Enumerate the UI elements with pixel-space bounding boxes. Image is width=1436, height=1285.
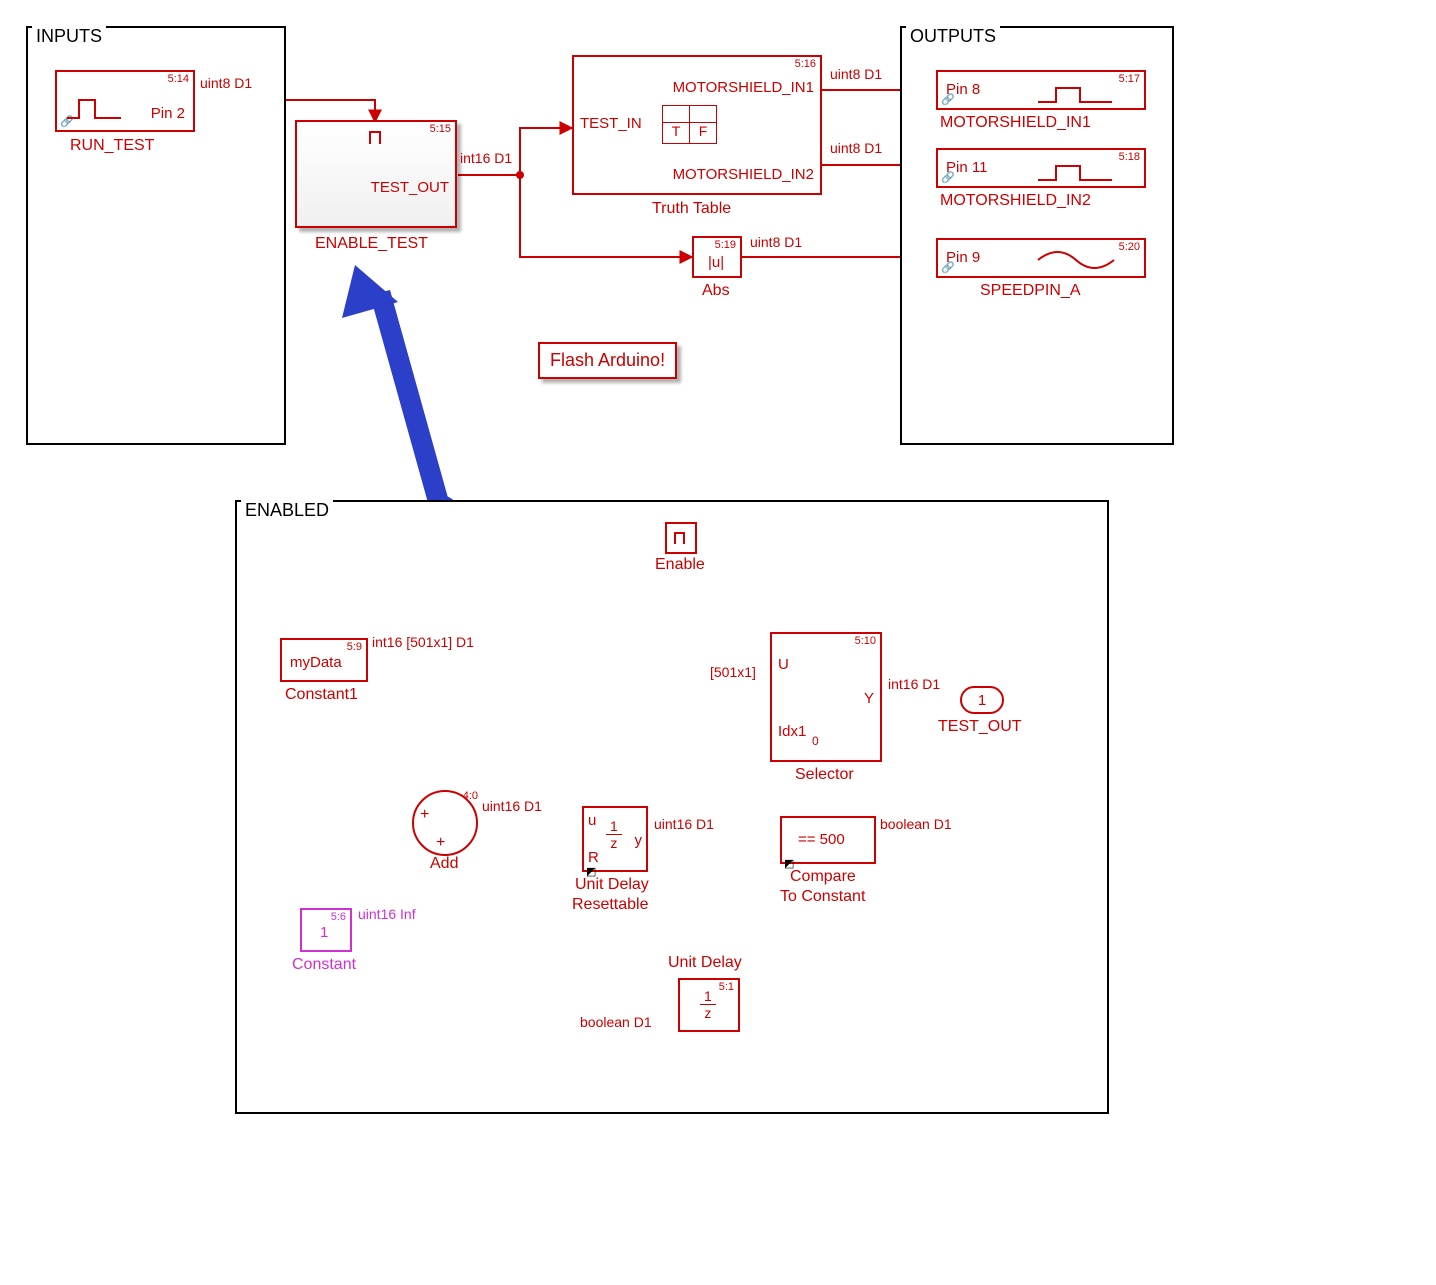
add-sig: uint16 D1	[482, 798, 542, 814]
udr-label1: Unit Delay	[575, 876, 649, 894]
pin11-text: Pin 11	[946, 159, 987, 176]
selector-badge: 5:10	[855, 635, 876, 647]
constant1-badge: 5:9	[347, 641, 362, 653]
compare-label2: To Constant	[780, 888, 865, 906]
run-test-label: RUN_TEST	[70, 137, 154, 155]
udr-R: R	[588, 849, 599, 866]
selector-zero: 0	[812, 734, 819, 748]
udr-label2: Resettable	[572, 896, 649, 914]
selector-label: Selector	[795, 766, 854, 784]
run-test-badge: 5:14	[168, 73, 189, 85]
abs-label: Abs	[702, 282, 730, 300]
selector-Idx: Idx1	[778, 723, 806, 740]
enable-test-label: ENABLE_TEST	[315, 235, 428, 253]
pin8-text: Pin 8	[946, 81, 980, 98]
constant-sig: uint16 Inf	[358, 906, 416, 922]
constant1-text: myData	[290, 654, 342, 671]
add-label: Add	[430, 855, 458, 873]
truth-table-out2: MOTORSHIELD_IN2	[673, 166, 814, 183]
enable-test-sig: int16 D1	[460, 150, 512, 166]
abs-badge: 5:19	[715, 239, 736, 251]
run-test-sig: uint8 D1	[200, 75, 252, 91]
constant-block[interactable]: 5:6 1	[300, 908, 352, 952]
enable-port-block[interactable]	[665, 522, 697, 554]
pin11-badge: 5:18	[1119, 151, 1140, 163]
pin9-block[interactable]: 5:20 🔗 Pin 9	[936, 238, 1146, 278]
pin9-badge: 5:20	[1119, 241, 1140, 253]
pin9-text: Pin 9	[946, 249, 980, 266]
constant1-sig: int16 [501x1] D1	[372, 634, 474, 650]
selector-block[interactable]: 5:10 U Idx1 0 Y	[770, 632, 882, 762]
unit-delay-badge: 5:1	[719, 981, 734, 993]
truth-table-in: TEST_IN	[580, 115, 642, 132]
fraction-icon: 1 z	[700, 988, 716, 1021]
constant-label: Constant	[292, 956, 356, 974]
unit-delay-label: Unit Delay	[668, 954, 742, 972]
plus-icon: +	[436, 834, 445, 852]
unit-delay-sig: boolean D1	[580, 1014, 652, 1030]
constant1-label: Constant1	[285, 686, 358, 704]
plus-icon: +	[420, 806, 429, 824]
selector-Y: Y	[864, 690, 874, 707]
flash-arduino-label: Flash Arduino!	[550, 350, 665, 370]
enable-trigger-icon	[672, 529, 690, 547]
enable-test-block[interactable]: 5:15 TEST_OUT	[295, 120, 457, 228]
truth-table-icon: T F	[662, 105, 717, 144]
outputs-title: OUTPUTS	[906, 26, 1000, 47]
compare-block[interactable]: == 500 ◩	[780, 816, 876, 864]
flash-arduino-button[interactable]: Flash Arduino!	[538, 342, 677, 379]
constant-text: 1	[320, 924, 328, 941]
run-test-block[interactable]: 5:14 🔗 Pin 2	[55, 70, 195, 132]
fraction-icon: 1 z	[606, 818, 622, 851]
truth-table-badge: 5:16	[795, 58, 816, 70]
enable-port-label: Enable	[655, 556, 705, 574]
outport-text: 1	[978, 692, 986, 709]
selector-sig: int16 D1	[888, 676, 940, 692]
unit-delay-block[interactable]: 5:1 1 z	[678, 978, 740, 1032]
udr-sig: uint16 D1	[654, 816, 714, 832]
pulse-icon	[1036, 162, 1116, 186]
abs-sig: uint8 D1	[750, 234, 802, 250]
enabled-title: ENABLED	[241, 500, 333, 521]
truth-table-sig1: uint8 D1	[830, 66, 882, 82]
enabled-group: ENABLED	[235, 500, 1109, 1114]
run-test-pin: Pin 2	[151, 105, 185, 122]
enable-trigger-icon	[368, 128, 388, 148]
outport-label: TEST_OUT	[938, 718, 1022, 736]
sine-icon	[1036, 248, 1116, 272]
truth-table-label: Truth Table	[652, 200, 731, 218]
truth-table-out1: MOTORSHIELD_IN1	[673, 79, 814, 96]
pulse-icon	[65, 94, 125, 124]
compare-sig: boolean D1	[880, 816, 952, 832]
pin8-label: MOTORSHIELD_IN1	[940, 114, 1091, 132]
selector-U: U	[778, 656, 789, 673]
abs-text: |u|	[708, 254, 724, 271]
enable-test-port: TEST_OUT	[371, 179, 449, 196]
enable-test-badge: 5:15	[430, 123, 451, 135]
pin9-label: SPEEDPIN_A	[980, 282, 1080, 300]
constant1-block[interactable]: 5:9 myData	[280, 638, 368, 682]
add-badge: 4:0	[463, 790, 478, 802]
truth-table-sig2: uint8 D1	[830, 140, 882, 156]
udr-y: y	[635, 832, 643, 849]
unit-delay-resettable-block[interactable]: u R y 1 z ◩	[582, 806, 648, 872]
pin8-badge: 5:17	[1119, 73, 1140, 85]
outport-block[interactable]: 1	[960, 686, 1004, 714]
add-block[interactable]: 4:0 + +	[412, 790, 478, 856]
truth-table-block[interactable]: 5:16 TEST_IN MOTORSHIELD_IN1 MOTORSHIELD…	[572, 55, 822, 195]
constant1-dim: [501x1]	[710, 664, 756, 680]
pulse-icon	[1036, 84, 1116, 108]
pin11-label: MOTORSHIELD_IN2	[940, 192, 1091, 210]
compare-label1: Compare	[790, 868, 856, 886]
abs-block[interactable]: 5:19 |u|	[692, 236, 742, 278]
udr-u: u	[588, 812, 596, 829]
compare-text: == 500	[798, 831, 845, 848]
inputs-title: INPUTS	[32, 26, 106, 47]
pin11-block[interactable]: 5:18 🔗 Pin 11	[936, 148, 1146, 188]
pin8-block[interactable]: 5:17 🔗 Pin 8	[936, 70, 1146, 110]
constant-badge: 5:6	[331, 911, 346, 923]
